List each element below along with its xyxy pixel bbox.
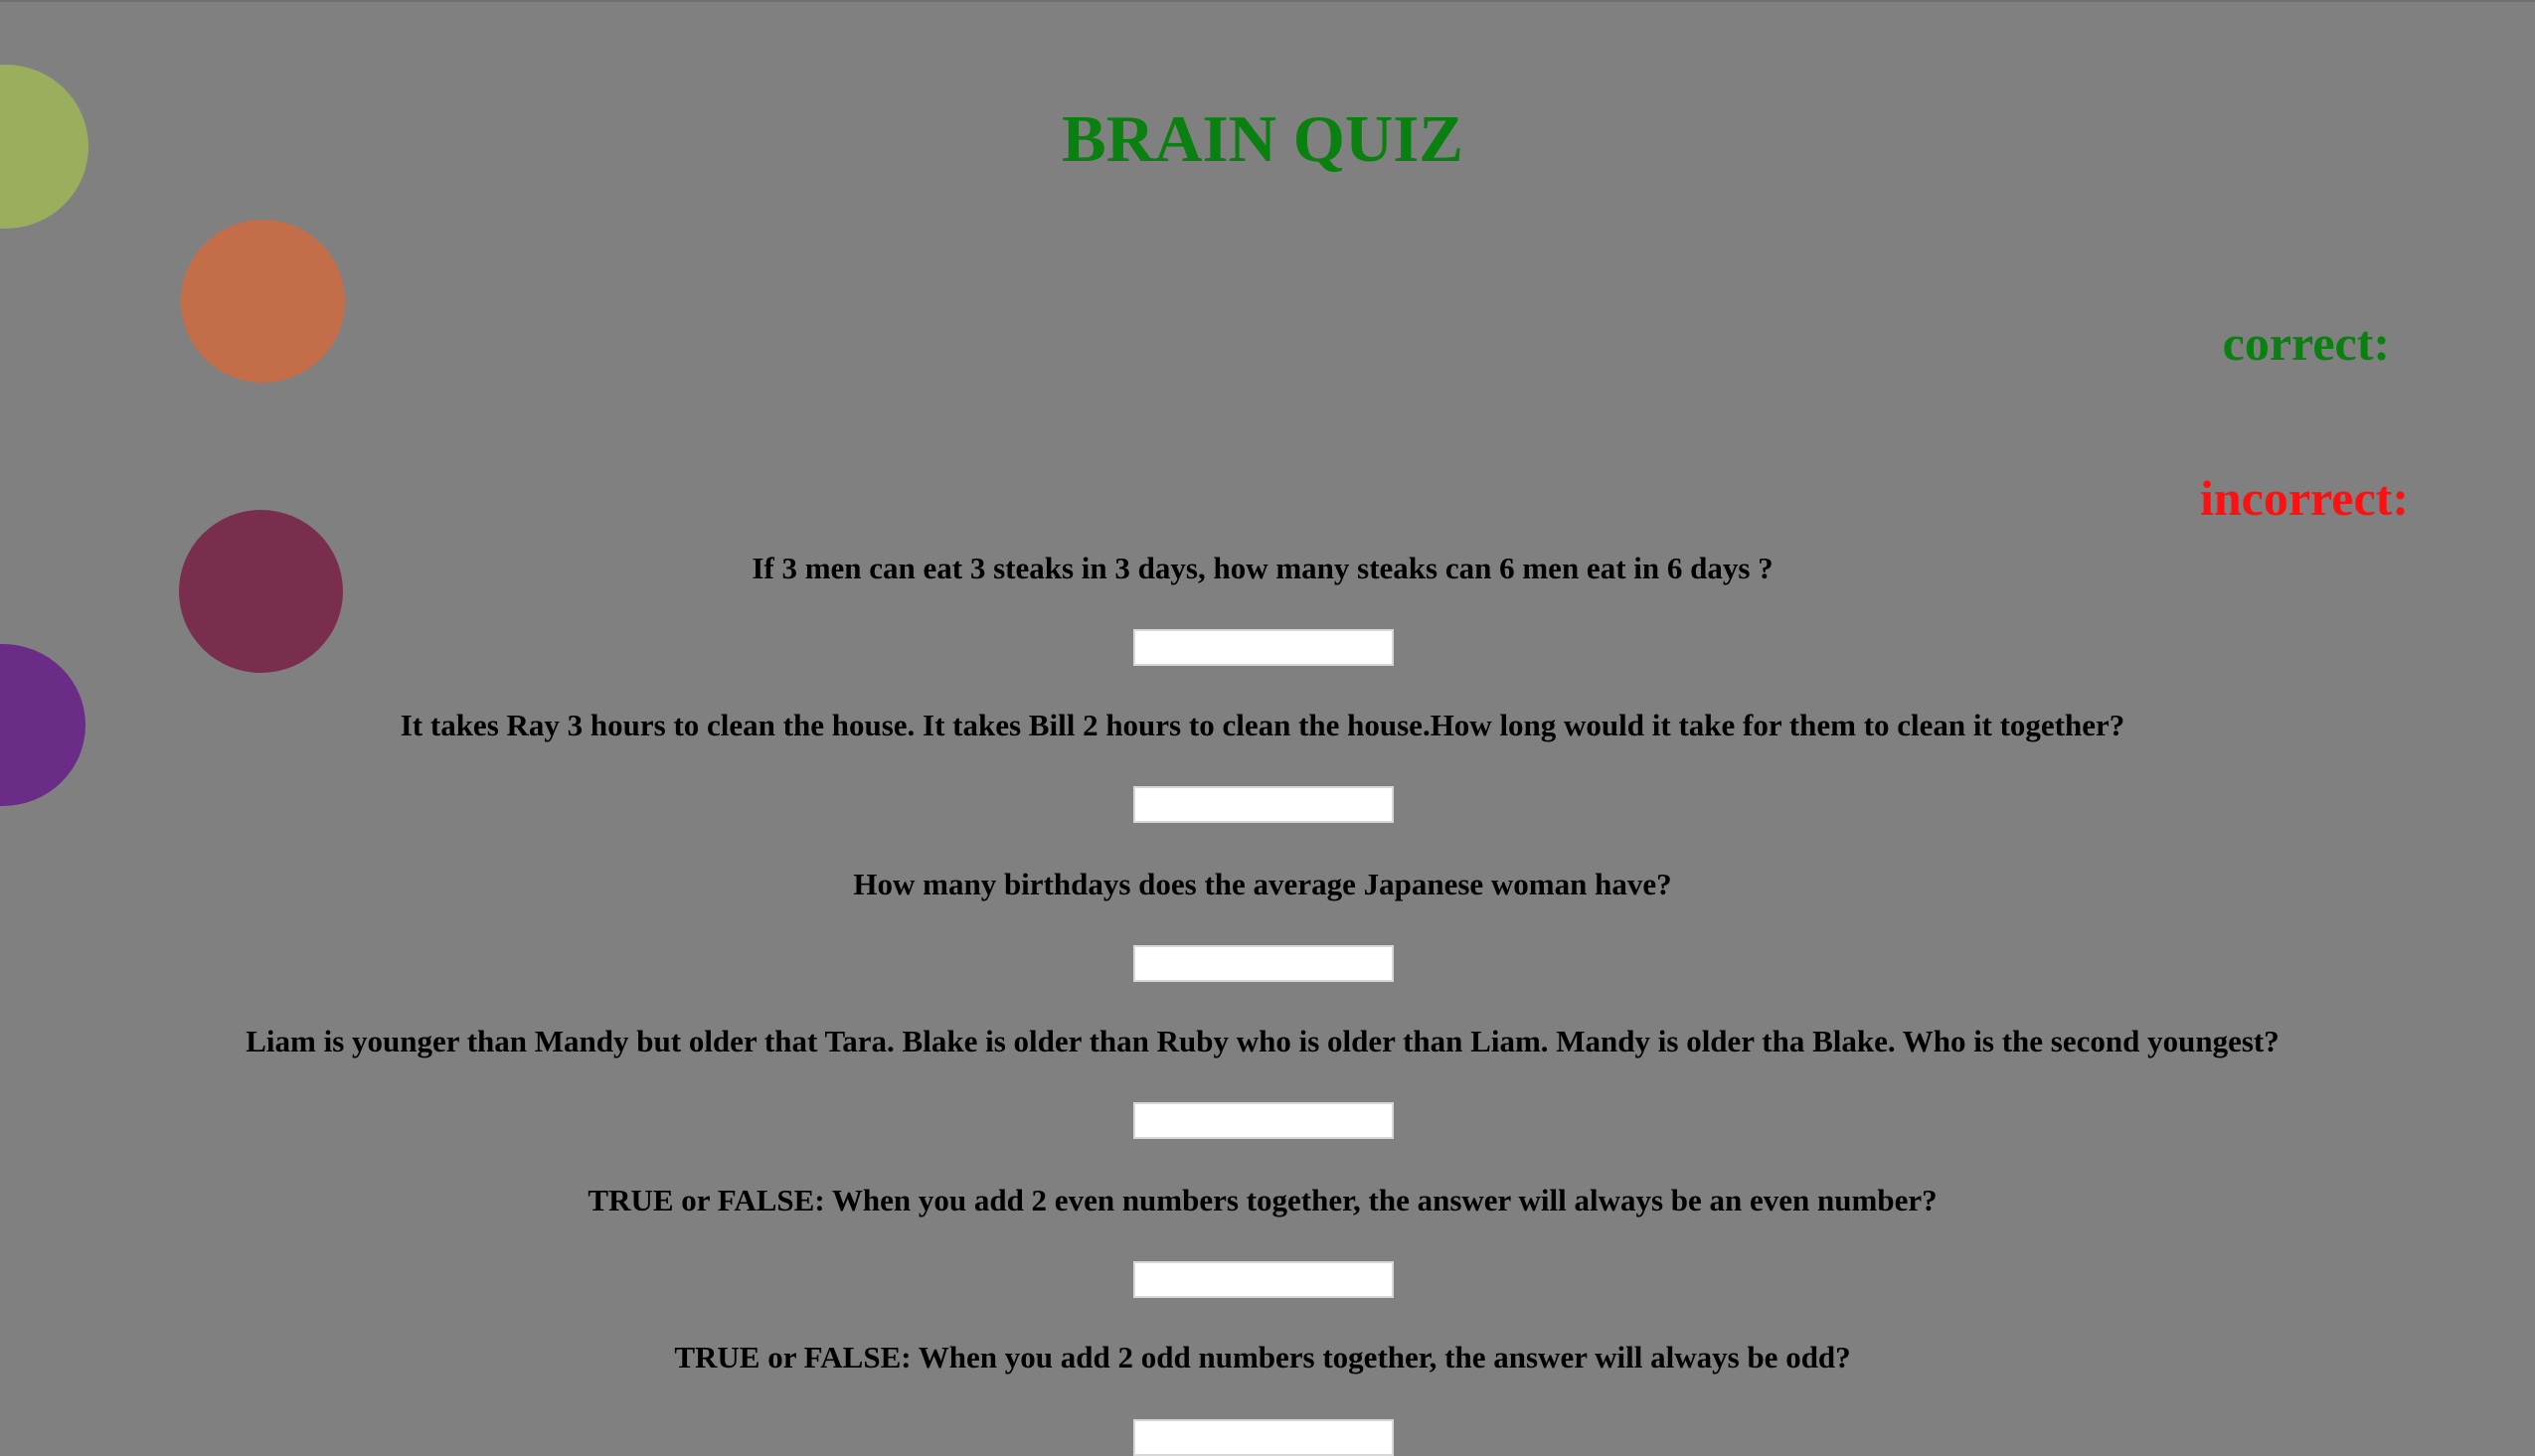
answer-input-2[interactable] (1133, 786, 1394, 823)
question-1: If 3 men can eat 3 steaks in 3 days, how… (752, 551, 1774, 585)
question-6: TRUE or FALSE: When you add 2 odd number… (674, 1340, 1851, 1375)
answer-input-5[interactable] (1133, 1261, 1394, 1298)
answer-input-4[interactable] (1133, 1102, 1394, 1139)
answer-input-6[interactable] (1133, 1419, 1394, 1456)
answer-input-3[interactable] (1133, 945, 1394, 982)
question-3: How many birthdays does the average Japa… (853, 867, 1672, 901)
question-2: It takes Ray 3 hours to clean the house.… (400, 708, 2125, 742)
correct-score-label: correct: (2222, 315, 2390, 371)
answer-input-1[interactable] (1133, 629, 1394, 666)
decorative-circle-maroon (179, 510, 343, 673)
decorative-circle-orange (181, 220, 345, 383)
incorrect-score-label: incorrect: (2199, 470, 2409, 526)
question-5: TRUE or FALSE: When you add 2 even numbe… (588, 1183, 1938, 1217)
question-4: Liam is younger than Mandy but older tha… (246, 1024, 2280, 1058)
top-border (0, 0, 2535, 2)
page-title: BRAIN QUIZ (1062, 102, 1463, 176)
